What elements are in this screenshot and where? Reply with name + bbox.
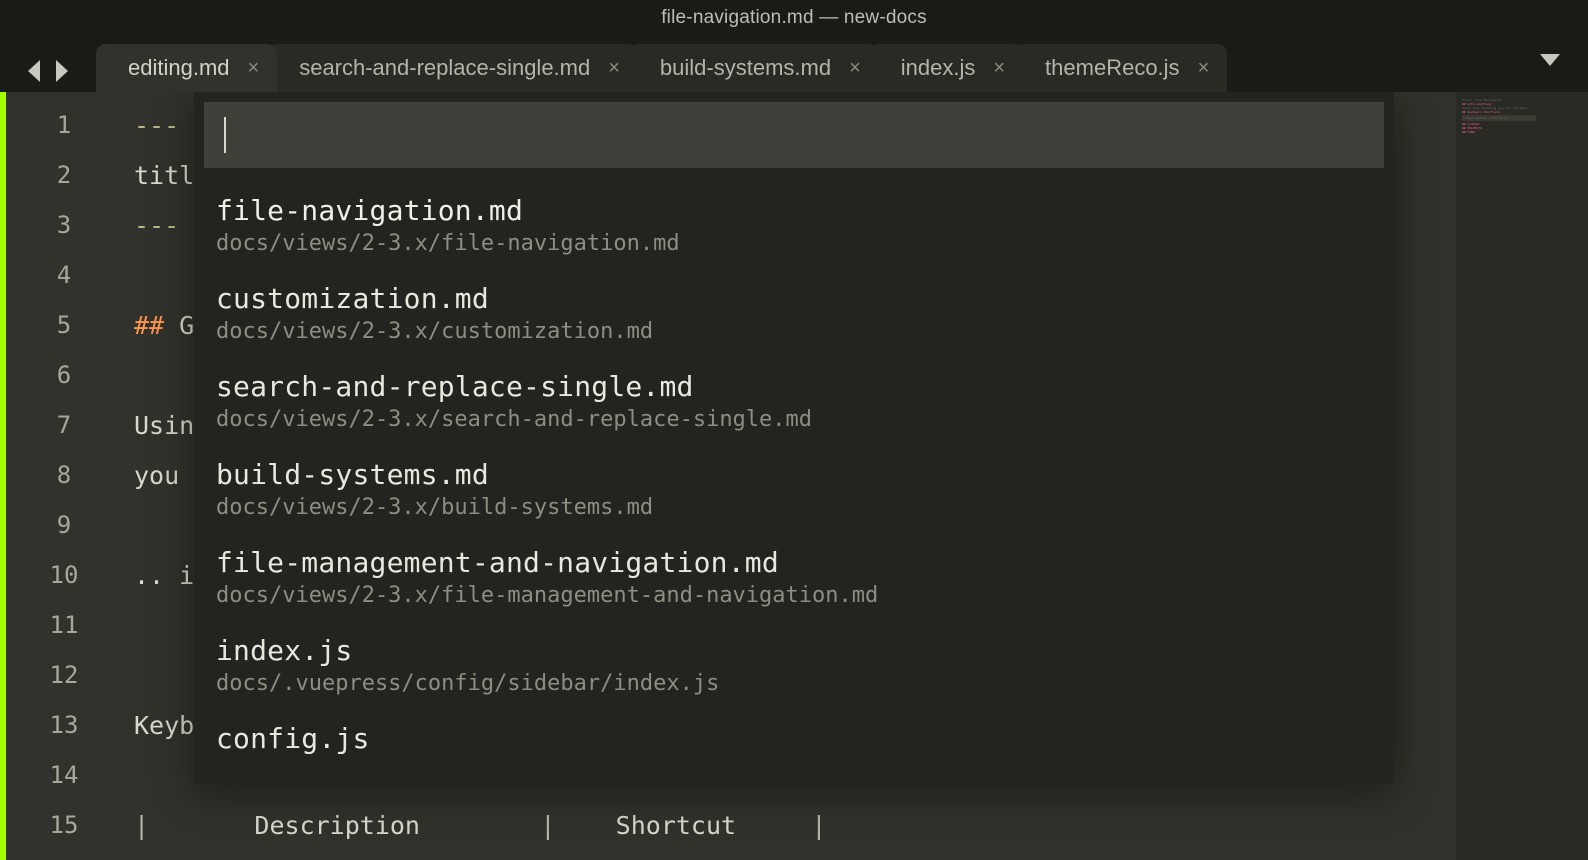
goto-anything-item[interactable]: file-management-and-navigation.md docs/vi…	[194, 534, 1394, 622]
tab[interactable]: themeReco.js ×	[1013, 44, 1227, 92]
line-number: 15	[6, 800, 122, 850]
code-line[interactable]: | Description | Shortcut |	[122, 800, 1456, 850]
goto-anything-item[interactable]: build-systems.md docs/views/2-3.x/build-s…	[194, 446, 1394, 534]
goto-anything-item[interactable]: index.js docs/.vuepress/config/sidebar/in…	[194, 622, 1394, 710]
result-path: docs/views/2-3.x/customization.md	[216, 319, 1372, 344]
line-number: 14	[6, 750, 122, 800]
line-number: 10	[6, 550, 122, 600]
minimap[interactable]: title: File Navigation ## Goto Anything …	[1456, 92, 1566, 860]
line-number-gutter: 123456789101112131415	[6, 92, 122, 860]
line-number: 8	[6, 450, 122, 500]
result-path: docs/views/2-3.x/file-management-and-nav…	[216, 583, 1372, 608]
close-icon[interactable]: ×	[1198, 57, 1210, 80]
line-number: 3	[6, 200, 122, 250]
window-title-text: file-navigation.md — new-docs	[661, 7, 927, 29]
result-filename: customization.md	[216, 282, 1372, 315]
line-number: 7	[6, 400, 122, 450]
goto-anything-item[interactable]: search-and-replace-single.md docs/views/2…	[194, 358, 1394, 446]
result-filename: search-and-replace-single.md	[216, 370, 1372, 403]
result-filename: file-navigation.md	[216, 194, 1372, 227]
window-title: file-navigation.md — new-docs	[0, 0, 1588, 36]
tab[interactable]: index.js ×	[869, 44, 1023, 92]
goto-anything-input[interactable]	[204, 102, 1384, 168]
text-cursor-icon	[224, 117, 226, 153]
line-number: 12	[6, 650, 122, 700]
editor-area[interactable]: file-navigation.md docs/views/2-3.x/file-…	[122, 92, 1456, 860]
line-number: 6	[6, 350, 122, 400]
line-number: 5	[6, 300, 122, 350]
goto-anything-item[interactable]: file-navigation.md docs/views/2-3.x/file-…	[194, 182, 1394, 270]
vertical-scrollbar[interactable]	[1566, 92, 1588, 860]
tab[interactable]: search-and-replace-single.md ×	[267, 44, 638, 92]
nav-forward-icon[interactable]	[50, 58, 72, 84]
close-icon[interactable]: ×	[993, 57, 1005, 80]
history-nav	[0, 58, 96, 92]
result-path: docs/views/2-3.x/file-navigation.md	[216, 231, 1372, 256]
result-path: docs/.vuepress/config/sidebar/index.js	[216, 671, 1372, 696]
tab[interactable]: build-systems.md ×	[628, 44, 879, 92]
result-filename: index.js	[216, 634, 1372, 667]
close-icon[interactable]: ×	[608, 57, 620, 80]
close-icon[interactable]: ×	[849, 57, 861, 80]
tab-label: search-and-replace-single.md	[299, 55, 590, 81]
close-icon[interactable]: ×	[248, 57, 260, 80]
tab[interactable]: editing.md ×	[96, 44, 277, 92]
tab-label: themeReco.js	[1045, 55, 1180, 81]
result-filename: file-management-and-navigation.md	[216, 546, 1372, 579]
tab-label: build-systems.md	[660, 55, 831, 81]
line-number: 2	[6, 150, 122, 200]
result-path: docs/views/2-3.x/build-systems.md	[216, 495, 1372, 520]
goto-anything-panel: file-navigation.md docs/views/2-3.x/file-…	[194, 92, 1394, 783]
nav-back-icon[interactable]	[24, 58, 46, 84]
tab-overflow-icon[interactable]	[1538, 50, 1562, 75]
result-filename: build-systems.md	[216, 458, 1372, 491]
goto-anything-item[interactable]: customization.md docs/views/2-3.x/customi…	[194, 270, 1394, 358]
result-path: docs/views/2-3.x/search-and-replace-sing…	[216, 407, 1372, 432]
line-number: 4	[6, 250, 122, 300]
line-number: 11	[6, 600, 122, 650]
goto-anything-results: file-navigation.md docs/views/2-3.x/file-…	[194, 176, 1394, 783]
line-number: 1	[6, 100, 122, 150]
line-number: 13	[6, 700, 122, 750]
tab-bar: editing.md × search-and-replace-single.md ×…	[0, 36, 1588, 92]
tab-label: index.js	[901, 55, 976, 81]
tab-label: editing.md	[128, 55, 230, 81]
result-filename: config.js	[216, 722, 1372, 755]
goto-anything-item[interactable]: config.js	[194, 710, 1394, 773]
line-number: 9	[6, 500, 122, 550]
